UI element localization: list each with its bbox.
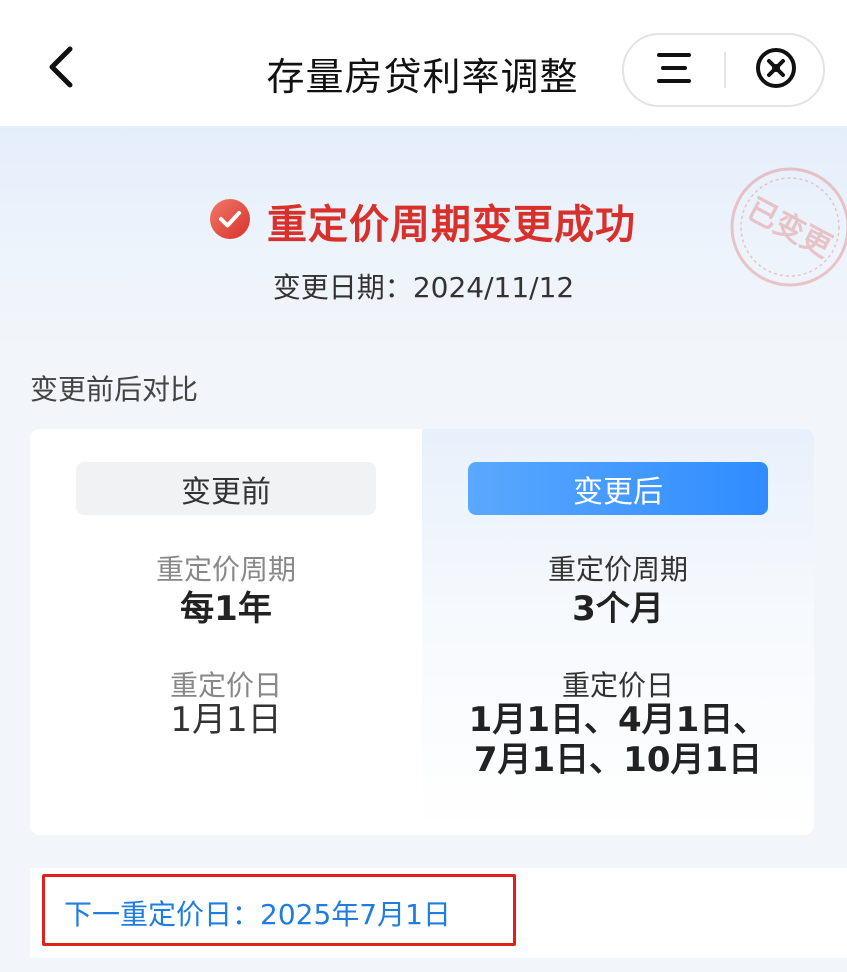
before-tag: 变更前 <box>76 462 376 515</box>
next-repricing-date: 下一重定价日：2025年7月1日 <box>64 898 451 931</box>
change-date-value: 2024/11/12 <box>412 271 575 304</box>
comparison-heading: 变更前后对比 <box>30 373 199 406</box>
after-period-label: 重定价周期 <box>547 553 688 586</box>
before-day-label: 重定价日 <box>169 669 282 702</box>
after-tag: 变更后 <box>468 462 768 515</box>
after-period-value: 3个月 <box>572 589 664 629</box>
menu-icon <box>655 51 693 89</box>
changed-stamp: 已变更 <box>730 167 847 287</box>
before-day-value: 1月1日 <box>170 700 282 740</box>
close-circle-icon <box>754 46 798 94</box>
after-column: 变更后 重定价周期 3个月 重定价日 1月1日、4月1日、 7月1日、10月1日 <box>422 429 814 835</box>
before-period-value: 每1年 <box>180 589 272 629</box>
before-period-label: 重定价周期 <box>155 553 296 586</box>
stamp-text: 已变更 <box>741 192 838 266</box>
after-day-label: 重定价日 <box>561 669 674 702</box>
before-column: 变更前 重定价周期 每1年 重定价日 1月1日 <box>30 429 422 835</box>
menu-button[interactable] <box>642 45 706 95</box>
after-day-value-line1: 1月1日、4月1日、 <box>468 700 768 740</box>
nav-bar: 存量房贷利率调整 <box>0 0 847 126</box>
change-date-label: 变更日期： <box>272 271 413 304</box>
check-circle-icon <box>209 198 251 244</box>
page: 存量房贷利率调整 重定价周期变更成功 变更日期：2024/11/12 已变更 变… <box>0 0 847 972</box>
comparison-card: 变更前 重定价周期 每1年 重定价日 1月1日 变更后 重定价周期 3个月 重定… <box>30 429 814 835</box>
success-title: 重定价周期变更成功 <box>267 202 636 248</box>
close-button[interactable] <box>746 45 806 95</box>
capsule-divider <box>724 52 726 88</box>
mini-program-capsule <box>622 33 825 107</box>
after-day-value-line2: 7月1日、10月1日 <box>473 740 763 780</box>
